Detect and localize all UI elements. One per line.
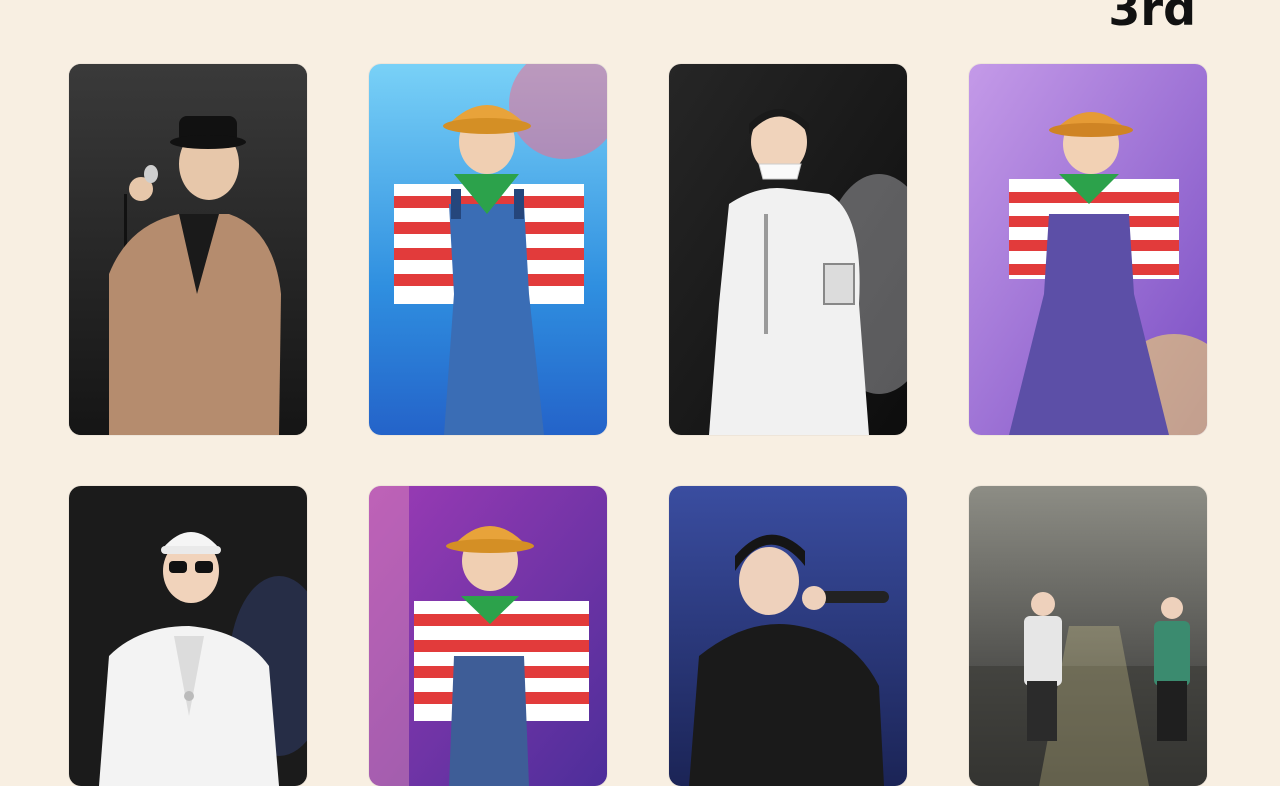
photocard-7[interactable]	[669, 486, 907, 786]
performer-photo-4	[969, 64, 1207, 435]
photocard-2[interactable]	[369, 64, 607, 435]
photocard-8[interactable]	[969, 486, 1207, 786]
photocard-1[interactable]	[69, 64, 307, 435]
performer-photo-2	[369, 64, 607, 435]
performer-photo-7	[669, 486, 907, 786]
performer-photo-8	[969, 486, 1207, 786]
performer-photo-3	[669, 64, 907, 435]
performer-photo-6	[369, 486, 607, 786]
edition-label: 3rd	[1108, 0, 1196, 36]
performer-photo-5	[69, 486, 307, 786]
photocard-5[interactable]	[69, 486, 307, 786]
performer-photo-1	[69, 64, 307, 435]
photocard-6[interactable]	[369, 486, 607, 786]
photocard-4[interactable]	[969, 64, 1207, 435]
photocard-3[interactable]	[669, 64, 907, 435]
